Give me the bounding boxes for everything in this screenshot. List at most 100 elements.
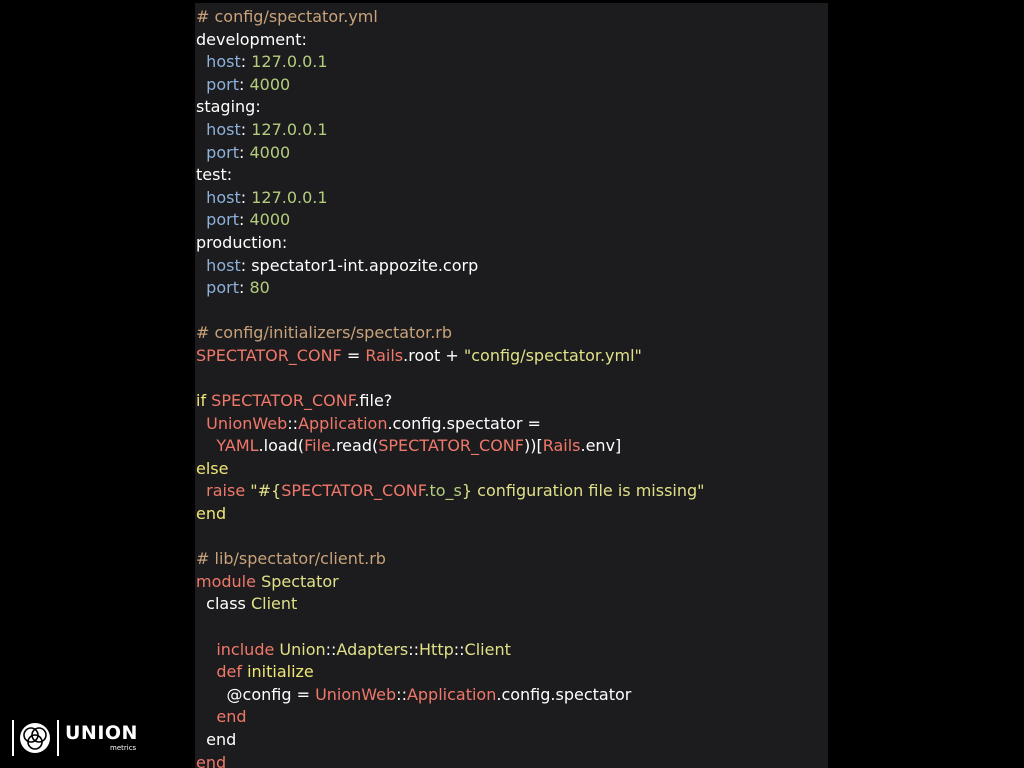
code-token: YAML (216, 436, 259, 456)
code-token: Http (419, 639, 454, 659)
code-token: SPECTATOR_CONF (196, 345, 342, 365)
code-line: end (196, 752, 705, 768)
code-line: # config/initializers/spectator.rb (196, 322, 705, 345)
code-token: : (238, 210, 250, 230)
code-token: port (206, 142, 239, 162)
code-panel: # config/spectator.yml development: host:… (195, 3, 828, 768)
code-token: "#{ (250, 481, 282, 501)
code-token: Client (464, 639, 511, 659)
code-token: File (304, 436, 331, 456)
code-line: if SPECTATOR_CONF.file? (196, 390, 705, 413)
brand-tagline: metrics (110, 744, 137, 752)
code-line: @config = UnionWeb::Application.config.s… (196, 684, 705, 707)
code-token: test: (196, 165, 233, 185)
code-token: end (196, 504, 227, 524)
code-token: :: (325, 639, 337, 659)
code-token: if (196, 391, 207, 411)
code-token: port (206, 278, 239, 298)
code-token: production: (196, 232, 288, 252)
code-line: # lib/spectator/client.rb (196, 548, 705, 571)
code-token: UnionWeb (315, 684, 397, 704)
code-token: .file? (354, 391, 393, 411)
code-line: staging: (196, 96, 705, 119)
code-token: 127.0.0.1 (251, 52, 328, 72)
code-token: end (196, 752, 227, 768)
code-token: @config = (196, 684, 316, 704)
code-line: port: 80 (196, 277, 705, 300)
code-token: 4000 (249, 142, 291, 162)
code-line: include Union::Adapters::Http::Client (196, 639, 705, 662)
code-token: # config/spectator.yml (196, 7, 378, 26)
code-token: Union (279, 639, 326, 659)
code-token: end (196, 730, 237, 749)
code-line: host: 127.0.0.1 (196, 187, 705, 210)
code-line: port: 4000 (196, 74, 705, 97)
code-token: 4000 (249, 210, 291, 230)
code-line: def initialize (196, 661, 705, 684)
code-token: :: (396, 684, 407, 704)
code-token: .load( (258, 436, 305, 456)
code-token: :: (408, 639, 420, 659)
code-token: : (240, 119, 252, 139)
code-token: = (341, 345, 366, 365)
code-line: host: spectator1-int.appozite.corp (196, 255, 705, 278)
code-token: SPECTATOR_CONF (211, 391, 355, 411)
code-token: class (196, 594, 251, 614)
code-token: : spectator1-int.appozite.corp (240, 255, 479, 275)
code-listing: # config/spectator.yml development: host:… (196, 6, 705, 768)
brand-name: UNION (65, 722, 138, 744)
code-line: ​ (196, 300, 705, 323)
code-token: # lib/spectator/client.rb (196, 549, 386, 569)
code-token: include (216, 639, 275, 659)
code-line: port: 4000 (196, 142, 705, 165)
code-token: :: (287, 413, 299, 433)
code-token: Application (406, 684, 497, 704)
code-token: .config.spectator (496, 684, 632, 704)
code-token: UnionWeb (206, 413, 288, 433)
code-token: 4000 (249, 74, 291, 94)
code-token: .to_s (424, 481, 462, 501)
code-token: SPECTATOR_CONF (378, 436, 524, 456)
brand-mid-divider (57, 720, 59, 756)
code-token: .config.spectator = (387, 413, 541, 433)
code-line: raise "#{SPECTATOR_CONF.to_s} configurat… (196, 480, 705, 503)
code-token: : (238, 142, 250, 162)
code-token: else (196, 458, 229, 478)
code-line: ​ (196, 526, 705, 549)
code-token: : (238, 74, 250, 94)
code-token: host (206, 255, 241, 275)
code-line: else (196, 458, 705, 481)
code-token: Rails (542, 436, 581, 456)
brand-left-divider (12, 720, 14, 756)
code-token: .env] (580, 436, 622, 456)
code-token: 80 (249, 278, 270, 298)
code-line: ​ (196, 368, 705, 391)
code-token: "config/spectator.yml" (463, 345, 642, 365)
code-token: port (206, 210, 239, 230)
code-token: SPECTATOR_CONF (281, 481, 425, 501)
code-line: # config/spectator.yml (196, 6, 705, 29)
code-line: port: 4000 (196, 209, 705, 232)
code-line: end (196, 706, 705, 729)
code-line: module Spectator (196, 571, 705, 594)
code-line: YAML.load(File.read(SPECTATOR_CONF))[Rai… (196, 435, 705, 458)
code-line: test: (196, 164, 705, 187)
code-token: def (216, 662, 242, 682)
code-token: Rails (365, 345, 404, 365)
code-token: port (206, 74, 239, 94)
code-token: host (206, 187, 241, 207)
code-token: 127.0.0.1 (251, 119, 328, 139)
code-token: staging: (196, 97, 261, 117)
code-token: } configuration file is missing" (461, 481, 705, 501)
code-token: Adapters (336, 639, 409, 659)
